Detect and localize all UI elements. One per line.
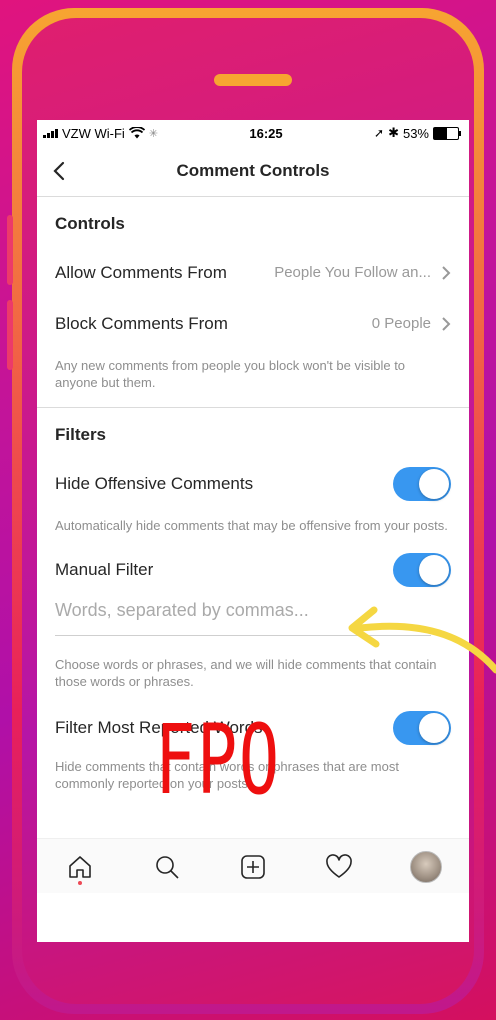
home-icon <box>69 855 91 878</box>
manual-filter-label: Manual Filter <box>55 560 154 579</box>
nav-bar: Comment Controls <box>37 146 469 197</box>
allow-comments-value: People You Follow an... <box>274 264 431 281</box>
bluetooth-icon: ✱ <box>388 125 399 140</box>
signal-icon <box>43 128 58 138</box>
wifi-icon <box>128 127 145 139</box>
back-button[interactable] <box>37 146 81 196</box>
chevron-right-icon <box>442 265 451 280</box>
carrier-label: VZW Wi-Fi <box>62 125 125 141</box>
toggle-knob <box>419 468 449 499</box>
tab-bar <box>37 838 469 894</box>
status-bar: VZW Wi-Fi ✳ 16:25 ➚ ✱ 53% <box>37 120 469 146</box>
hide-offensive-toggle[interactable] <box>393 466 451 501</box>
block-comments-value-wrap: 0 People <box>372 315 451 332</box>
chevron-right-icon <box>442 316 451 331</box>
profile-avatar <box>409 850 442 883</box>
volume-up-button <box>7 215 13 285</box>
hide-offensive-row: Hide Offensive Comments <box>37 458 469 509</box>
search-icon <box>155 855 179 879</box>
tab-profile[interactable] <box>406 847 446 887</box>
allow-comments-label: Allow Comments From <box>55 262 227 282</box>
fpo-stamp: FPO <box>155 704 281 816</box>
status-time: 16:25 <box>249 125 283 141</box>
most-reported-toggle[interactable] <box>393 711 451 745</box>
hide-offensive-label: Hide Offensive Comments <box>55 473 254 493</box>
battery-icon <box>433 126 461 140</box>
volume-down-button <box>7 300 13 370</box>
battery-percent: 53% <box>402 125 429 141</box>
allow-comments-row[interactable]: Allow Comments From People You Follow an… <box>37 247 469 298</box>
loading-spinner-icon: ✳ <box>148 127 159 140</box>
toggle-knob <box>419 713 449 743</box>
page-title: Comment Controls <box>176 161 330 180</box>
annotation-arrow <box>348 606 496 674</box>
add-post-icon <box>241 854 265 879</box>
phone-speaker <box>214 74 292 86</box>
block-comments-label: Block Comments From <box>55 313 228 333</box>
filters-section-header: Filters <box>55 425 107 444</box>
heart-icon <box>326 853 353 878</box>
location-arrow-icon: ➚ <box>374 126 385 140</box>
notification-dot <box>78 880 83 885</box>
tab-add-post[interactable] <box>233 847 273 887</box>
status-right: ➚ ✱ 53% <box>374 125 461 141</box>
screen-bottom-area <box>37 893 469 942</box>
block-comments-value: 0 People <box>371 315 431 332</box>
tab-search[interactable] <box>147 847 187 887</box>
status-left: VZW Wi-Fi ✳ <box>43 126 158 141</box>
battery-fill <box>434 127 447 139</box>
block-comments-row[interactable]: Block Comments From 0 People <box>37 298 469 349</box>
hide-offensive-help: Automatically hide comments that may be … <box>55 518 448 533</box>
tab-home[interactable] <box>60 847 100 887</box>
phone-screen: VZW Wi-Fi ✳ 16:25 ➚ ✱ 53% Comment Contro… <box>37 120 469 942</box>
allow-comments-value-wrap: People You Follow an... <box>274 264 451 281</box>
chevron-left-icon <box>53 161 65 181</box>
block-comments-help: Any new comments from people you block w… <box>55 358 406 390</box>
tab-activity[interactable] <box>319 847 359 887</box>
controls-section-header: Controls <box>55 214 125 233</box>
